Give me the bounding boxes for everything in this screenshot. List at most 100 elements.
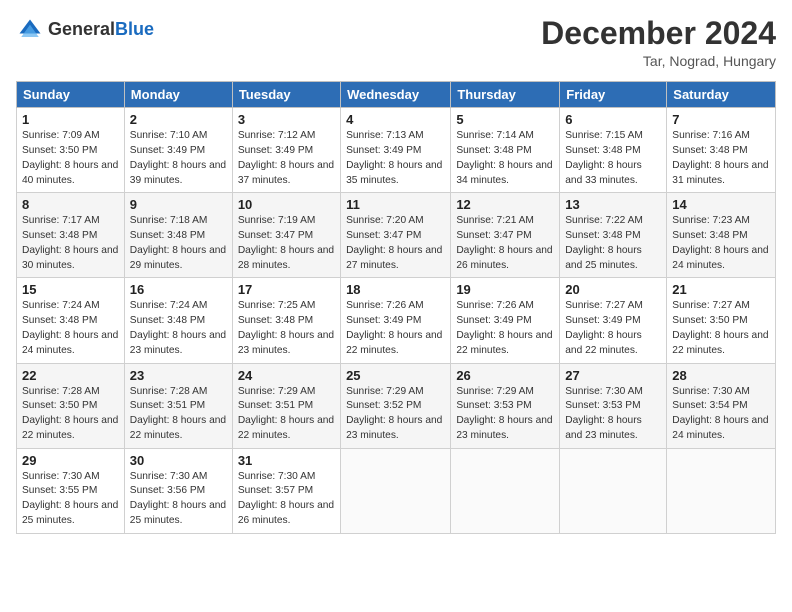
day-number: 19 (456, 282, 554, 297)
day-number: 20 (565, 282, 661, 297)
calendar-cell: 9Sunrise: 7:18 AMSunset: 3:48 PMDaylight… (124, 193, 232, 278)
column-header-wednesday: Wednesday (341, 82, 451, 108)
calendar-cell (667, 448, 776, 533)
day-info: Sunrise: 7:25 AMSunset: 3:48 PMDaylight:… (238, 300, 334, 355)
day-info: Sunrise: 7:19 AMSunset: 3:47 PMDaylight:… (238, 215, 334, 270)
day-info: Sunrise: 7:24 AMSunset: 3:48 PMDaylight:… (22, 300, 118, 355)
calendar-header-row: SundayMondayTuesdayWednesdayThursdayFrid… (17, 82, 776, 108)
calendar-week-row: 8Sunrise: 7:17 AMSunset: 3:48 PMDaylight… (17, 193, 776, 278)
day-number: 14 (672, 197, 770, 212)
location: Tar, Nograd, Hungary (541, 53, 776, 69)
calendar-cell: 12Sunrise: 7:21 AMSunset: 3:47 PMDayligh… (451, 193, 560, 278)
day-info: Sunrise: 7:26 AMSunset: 3:49 PMDaylight:… (456, 300, 552, 355)
calendar-cell: 4Sunrise: 7:13 AMSunset: 3:49 PMDaylight… (341, 108, 451, 193)
day-number: 8 (22, 197, 119, 212)
logo: GeneralBlue (16, 16, 154, 44)
day-number: 27 (565, 368, 661, 383)
day-info: Sunrise: 7:09 AMSunset: 3:50 PMDaylight:… (22, 130, 118, 185)
calendar-cell: 30Sunrise: 7:30 AMSunset: 3:56 PMDayligh… (124, 448, 232, 533)
day-info: Sunrise: 7:27 AMSunset: 3:50 PMDaylight:… (672, 300, 768, 355)
calendar-cell: 28 Sunrise: 7:30 AMSunset: 3:54 PMDayligh… (667, 363, 776, 448)
day-number: 7 (672, 112, 770, 127)
calendar-cell (560, 448, 667, 533)
day-number: 11 (346, 197, 445, 212)
calendar-table: SundayMondayTuesdayWednesdayThursdayFrid… (16, 81, 776, 534)
day-info: Sunrise: 7:12 AMSunset: 3:49 PMDaylight:… (238, 130, 334, 185)
calendar-week-row: 1 Sunrise: 7:09 AMSunset: 3:50 PMDaylight… (17, 108, 776, 193)
calendar-cell: 27 Sunrise: 7:30 AMSunset: 3:53 PMDayligh… (560, 363, 667, 448)
calendar-cell: 23 Sunrise: 7:28 AMSunset: 3:51 PMDayligh… (124, 363, 232, 448)
column-header-friday: Friday (560, 82, 667, 108)
day-number: 26 (456, 368, 554, 383)
calendar-cell: 13 Sunrise: 7:22 AMSunset: 3:48 PMDayligh… (560, 193, 667, 278)
day-info: Sunrise: 7:30 AMSunset: 3:55 PMDaylight:… (22, 471, 118, 526)
day-number: 31 (238, 453, 335, 468)
calendar-cell: 19 Sunrise: 7:26 AMSunset: 3:49 PMDayligh… (451, 278, 560, 363)
day-info: Sunrise: 7:22 AMSunset: 3:48 PMDaylight:… (565, 215, 643, 270)
column-header-saturday: Saturday (667, 82, 776, 108)
column-header-tuesday: Tuesday (232, 82, 340, 108)
day-info: Sunrise: 7:23 AMSunset: 3:48 PMDaylight:… (672, 215, 768, 270)
page-header: GeneralBlue December 2024 Tar, Nograd, H… (16, 16, 776, 69)
calendar-cell: 8Sunrise: 7:17 AMSunset: 3:48 PMDaylight… (17, 193, 125, 278)
day-number: 18 (346, 282, 445, 297)
day-number: 30 (130, 453, 227, 468)
calendar-cell: 29Sunrise: 7:30 AMSunset: 3:55 PMDayligh… (17, 448, 125, 533)
column-header-monday: Monday (124, 82, 232, 108)
calendar-cell: 10 Sunrise: 7:19 AMSunset: 3:47 PMDayligh… (232, 193, 340, 278)
day-number: 3 (238, 112, 335, 127)
day-number: 23 (130, 368, 227, 383)
day-number: 22 (22, 368, 119, 383)
calendar-cell: 16 Sunrise: 7:24 AMSunset: 3:48 PMDayligh… (124, 278, 232, 363)
day-info: Sunrise: 7:30 AMSunset: 3:53 PMDaylight:… (565, 386, 643, 441)
calendar-week-row: 15 Sunrise: 7:24 AMSunset: 3:48 PMDayligh… (17, 278, 776, 363)
day-info: Sunrise: 7:16 AMSunset: 3:48 PMDaylight:… (672, 130, 768, 185)
day-number: 25 (346, 368, 445, 383)
day-number: 2 (130, 112, 227, 127)
calendar-cell: 2 Sunrise: 7:10 AMSunset: 3:49 PMDaylight… (124, 108, 232, 193)
day-number: 16 (130, 282, 227, 297)
calendar-cell: 15 Sunrise: 7:24 AMSunset: 3:48 PMDayligh… (17, 278, 125, 363)
day-info: Sunrise: 7:26 AMSunset: 3:49 PMDaylight:… (346, 300, 442, 355)
day-info: Sunrise: 7:24 AMSunset: 3:48 PMDaylight:… (130, 300, 226, 355)
calendar-cell: 5 Sunrise: 7:14 AMSunset: 3:48 PMDaylight… (451, 108, 560, 193)
day-number: 24 (238, 368, 335, 383)
day-number: 5 (456, 112, 554, 127)
calendar-cell: 7 Sunrise: 7:16 AMSunset: 3:48 PMDaylight… (667, 108, 776, 193)
logo-icon (16, 16, 44, 44)
day-info: Sunrise: 7:29 AMSunset: 3:52 PMDaylight:… (346, 386, 442, 441)
month-year: December 2024 (541, 16, 776, 51)
day-number: 13 (565, 197, 661, 212)
calendar-cell: 22 Sunrise: 7:28 AMSunset: 3:50 PMDayligh… (17, 363, 125, 448)
calendar-week-row: 29Sunrise: 7:30 AMSunset: 3:55 PMDayligh… (17, 448, 776, 533)
calendar-cell: 11 Sunrise: 7:20 AMSunset: 3:47 PMDayligh… (341, 193, 451, 278)
day-number: 10 (238, 197, 335, 212)
day-info: Sunrise: 7:20 AMSunset: 3:47 PMDaylight:… (346, 215, 442, 270)
day-info: Sunrise: 7:30 AMSunset: 3:57 PMDaylight:… (238, 471, 334, 526)
day-info: Sunrise: 7:28 AMSunset: 3:51 PMDaylight:… (130, 386, 226, 441)
calendar-cell: 26 Sunrise: 7:29 AMSunset: 3:53 PMDayligh… (451, 363, 560, 448)
calendar-cell: 17 Sunrise: 7:25 AMSunset: 3:48 PMDayligh… (232, 278, 340, 363)
day-info: Sunrise: 7:27 AMSunset: 3:49 PMDaylight:… (565, 300, 643, 355)
day-number: 21 (672, 282, 770, 297)
column-header-thursday: Thursday (451, 82, 560, 108)
day-number: 15 (22, 282, 119, 297)
day-info: Sunrise: 7:21 AMSunset: 3:47 PMDaylight:… (456, 215, 552, 270)
day-info: Sunrise: 7:10 AMSunset: 3:49 PMDaylight:… (130, 130, 226, 185)
day-number: 6 (565, 112, 661, 127)
day-number: 28 (672, 368, 770, 383)
logo-text-general: General (48, 19, 115, 39)
day-info: Sunrise: 7:13 AMSunset: 3:49 PMDaylight:… (346, 130, 442, 185)
calendar-cell: 31 Sunrise: 7:30 AMSunset: 3:57 PMDayligh… (232, 448, 340, 533)
day-number: 1 (22, 112, 119, 127)
calendar-week-row: 22 Sunrise: 7:28 AMSunset: 3:50 PMDayligh… (17, 363, 776, 448)
day-number: 17 (238, 282, 335, 297)
day-info: Sunrise: 7:29 AMSunset: 3:53 PMDaylight:… (456, 386, 552, 441)
logo-text-blue: Blue (115, 19, 154, 39)
day-number: 9 (130, 197, 227, 212)
day-info: Sunrise: 7:28 AMSunset: 3:50 PMDaylight:… (22, 386, 118, 441)
day-info: Sunrise: 7:30 AMSunset: 3:54 PMDaylight:… (672, 386, 768, 441)
calendar-cell (341, 448, 451, 533)
calendar-cell (451, 448, 560, 533)
day-info: Sunrise: 7:14 AMSunset: 3:48 PMDaylight:… (456, 130, 552, 185)
